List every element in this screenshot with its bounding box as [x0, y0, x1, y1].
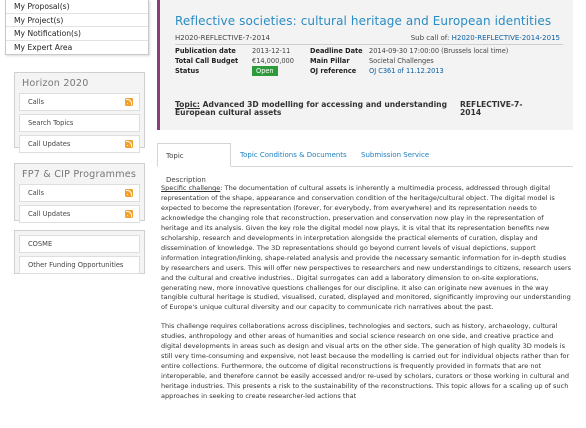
- challenge-paragraph-2: This challenge requires collaborations a…: [161, 322, 570, 401]
- other-funding-box: COSME Other Funding Opportunities: [14, 230, 145, 274]
- deadline-value: 2014-09-30 17:00:00 (Brussels local time…: [369, 47, 509, 55]
- rss-icon[interactable]: [125, 98, 133, 106]
- horizon2020-box: Horizon 2020 Calls Search Topics Call Up…: [14, 72, 145, 153]
- horizon-search-topics-link[interactable]: Search Topics: [19, 114, 140, 132]
- user-menu: My Proposal(s) My Project(s) My Notifica…: [5, 0, 149, 55]
- other-funding-link[interactable]: Other Funding Opportunities: [19, 256, 140, 274]
- rss-icon[interactable]: [125, 210, 133, 218]
- meta-col-values-1: 2013-12-11 €14,000,000 Open: [252, 46, 294, 77]
- pillar-value: Societal Challenges: [369, 57, 434, 66]
- oj-reference-link[interactable]: OJ C361 of 11.12.2013: [369, 67, 444, 75]
- pub-date-label: Publication date: [175, 47, 236, 55]
- menu-my-notifications[interactable]: My Notification(s): [6, 27, 148, 41]
- menu-my-proposals[interactable]: My Proposal(s): [6, 0, 148, 14]
- topic-description-content: Specific challenge: The documentation of…: [161, 184, 572, 411]
- rss-icon[interactable]: [125, 189, 133, 197]
- specific-challenge-label: Specific challenge: [161, 184, 221, 192]
- link-label: Other Funding Opportunities: [28, 261, 124, 269]
- budget-value: €14,000,000: [252, 57, 294, 66]
- pillar-label: Main Pillar: [310, 57, 350, 66]
- horizon-calls-link[interactable]: Calls: [19, 93, 140, 111]
- call-header: Reflective societies: cultural heritage …: [157, 0, 573, 130]
- subcall-info: Sub call of: H2020-REFLECTIVE-2014-2015: [411, 34, 560, 42]
- subcall-link[interactable]: H2020-REFLECTIVE-2014-2015: [452, 34, 560, 42]
- topic-title: Topic: Advanced 3D modelling for accessi…: [175, 100, 450, 118]
- fp7-call-updates-link[interactable]: Call Updates: [19, 205, 140, 223]
- link-label: Call Updates: [28, 140, 71, 148]
- divider: [175, 44, 563, 45]
- meta-col-labels-1: Publication date Total Call Budget Statu…: [175, 46, 238, 77]
- oj-label: OJ reference: [310, 67, 357, 76]
- link-label: Calls: [28, 189, 44, 197]
- subcall-label: Sub call of:: [410, 34, 450, 42]
- tab-topic-conditions[interactable]: Topic Conditions & Documents: [232, 143, 355, 167]
- deadline-label: Deadline Date: [310, 47, 363, 55]
- menu-my-expert-area[interactable]: My Expert Area: [6, 41, 148, 55]
- specific-challenge-text: : The documentation of cultural assets i…: [161, 184, 572, 312]
- fp7-title: FP7 & CIP Programmes: [22, 169, 137, 180]
- horizon2020-title: Horizon 2020: [22, 78, 89, 89]
- specific-challenge-paragraph: Specific challenge: The documentation of…: [161, 184, 572, 313]
- meta-col-values-2: 2014-09-30 17:00:00 (Brussels local time…: [369, 46, 508, 77]
- pub-date-value: 2013-12-11: [252, 47, 291, 55]
- status-label: Status: [175, 67, 200, 76]
- call-identifier: H2020-REFLECTIVE-7-2014: [175, 34, 270, 42]
- tab-submission-service[interactable]: Submission Service: [353, 143, 437, 167]
- fp7-calls-link[interactable]: Calls: [19, 184, 140, 202]
- meta-col-labels-2: Deadline Date Main Pillar OJ reference: [310, 46, 363, 77]
- link-label: Call Updates: [28, 210, 71, 218]
- rss-icon[interactable]: [125, 140, 133, 148]
- status-badge: Open: [252, 66, 278, 77]
- page-title: Reflective societies: cultural heritage …: [175, 14, 552, 28]
- topic-text: Advanced 3D modelling for accessing and …: [175, 100, 448, 118]
- horizon-call-updates-link[interactable]: Call Updates: [19, 135, 140, 153]
- topic-identifier: REFLECTIVE-7-2014: [460, 100, 523, 118]
- cosme-link[interactable]: COSME: [19, 235, 140, 253]
- link-label: Calls: [28, 98, 44, 106]
- fp7-cip-box: FP7 & CIP Programmes Calls Call Updates: [14, 163, 145, 223]
- link-label: Search Topics: [28, 119, 74, 127]
- tab-topic-description[interactable]: Topic Description: [157, 143, 231, 184]
- link-label: COSME: [28, 240, 53, 248]
- tab-bar: Topic Description Topic Conditions & Doc…: [157, 143, 573, 184]
- menu-my-projects[interactable]: My Project(s): [6, 14, 148, 27]
- budget-label: Total Call Budget: [175, 57, 239, 66]
